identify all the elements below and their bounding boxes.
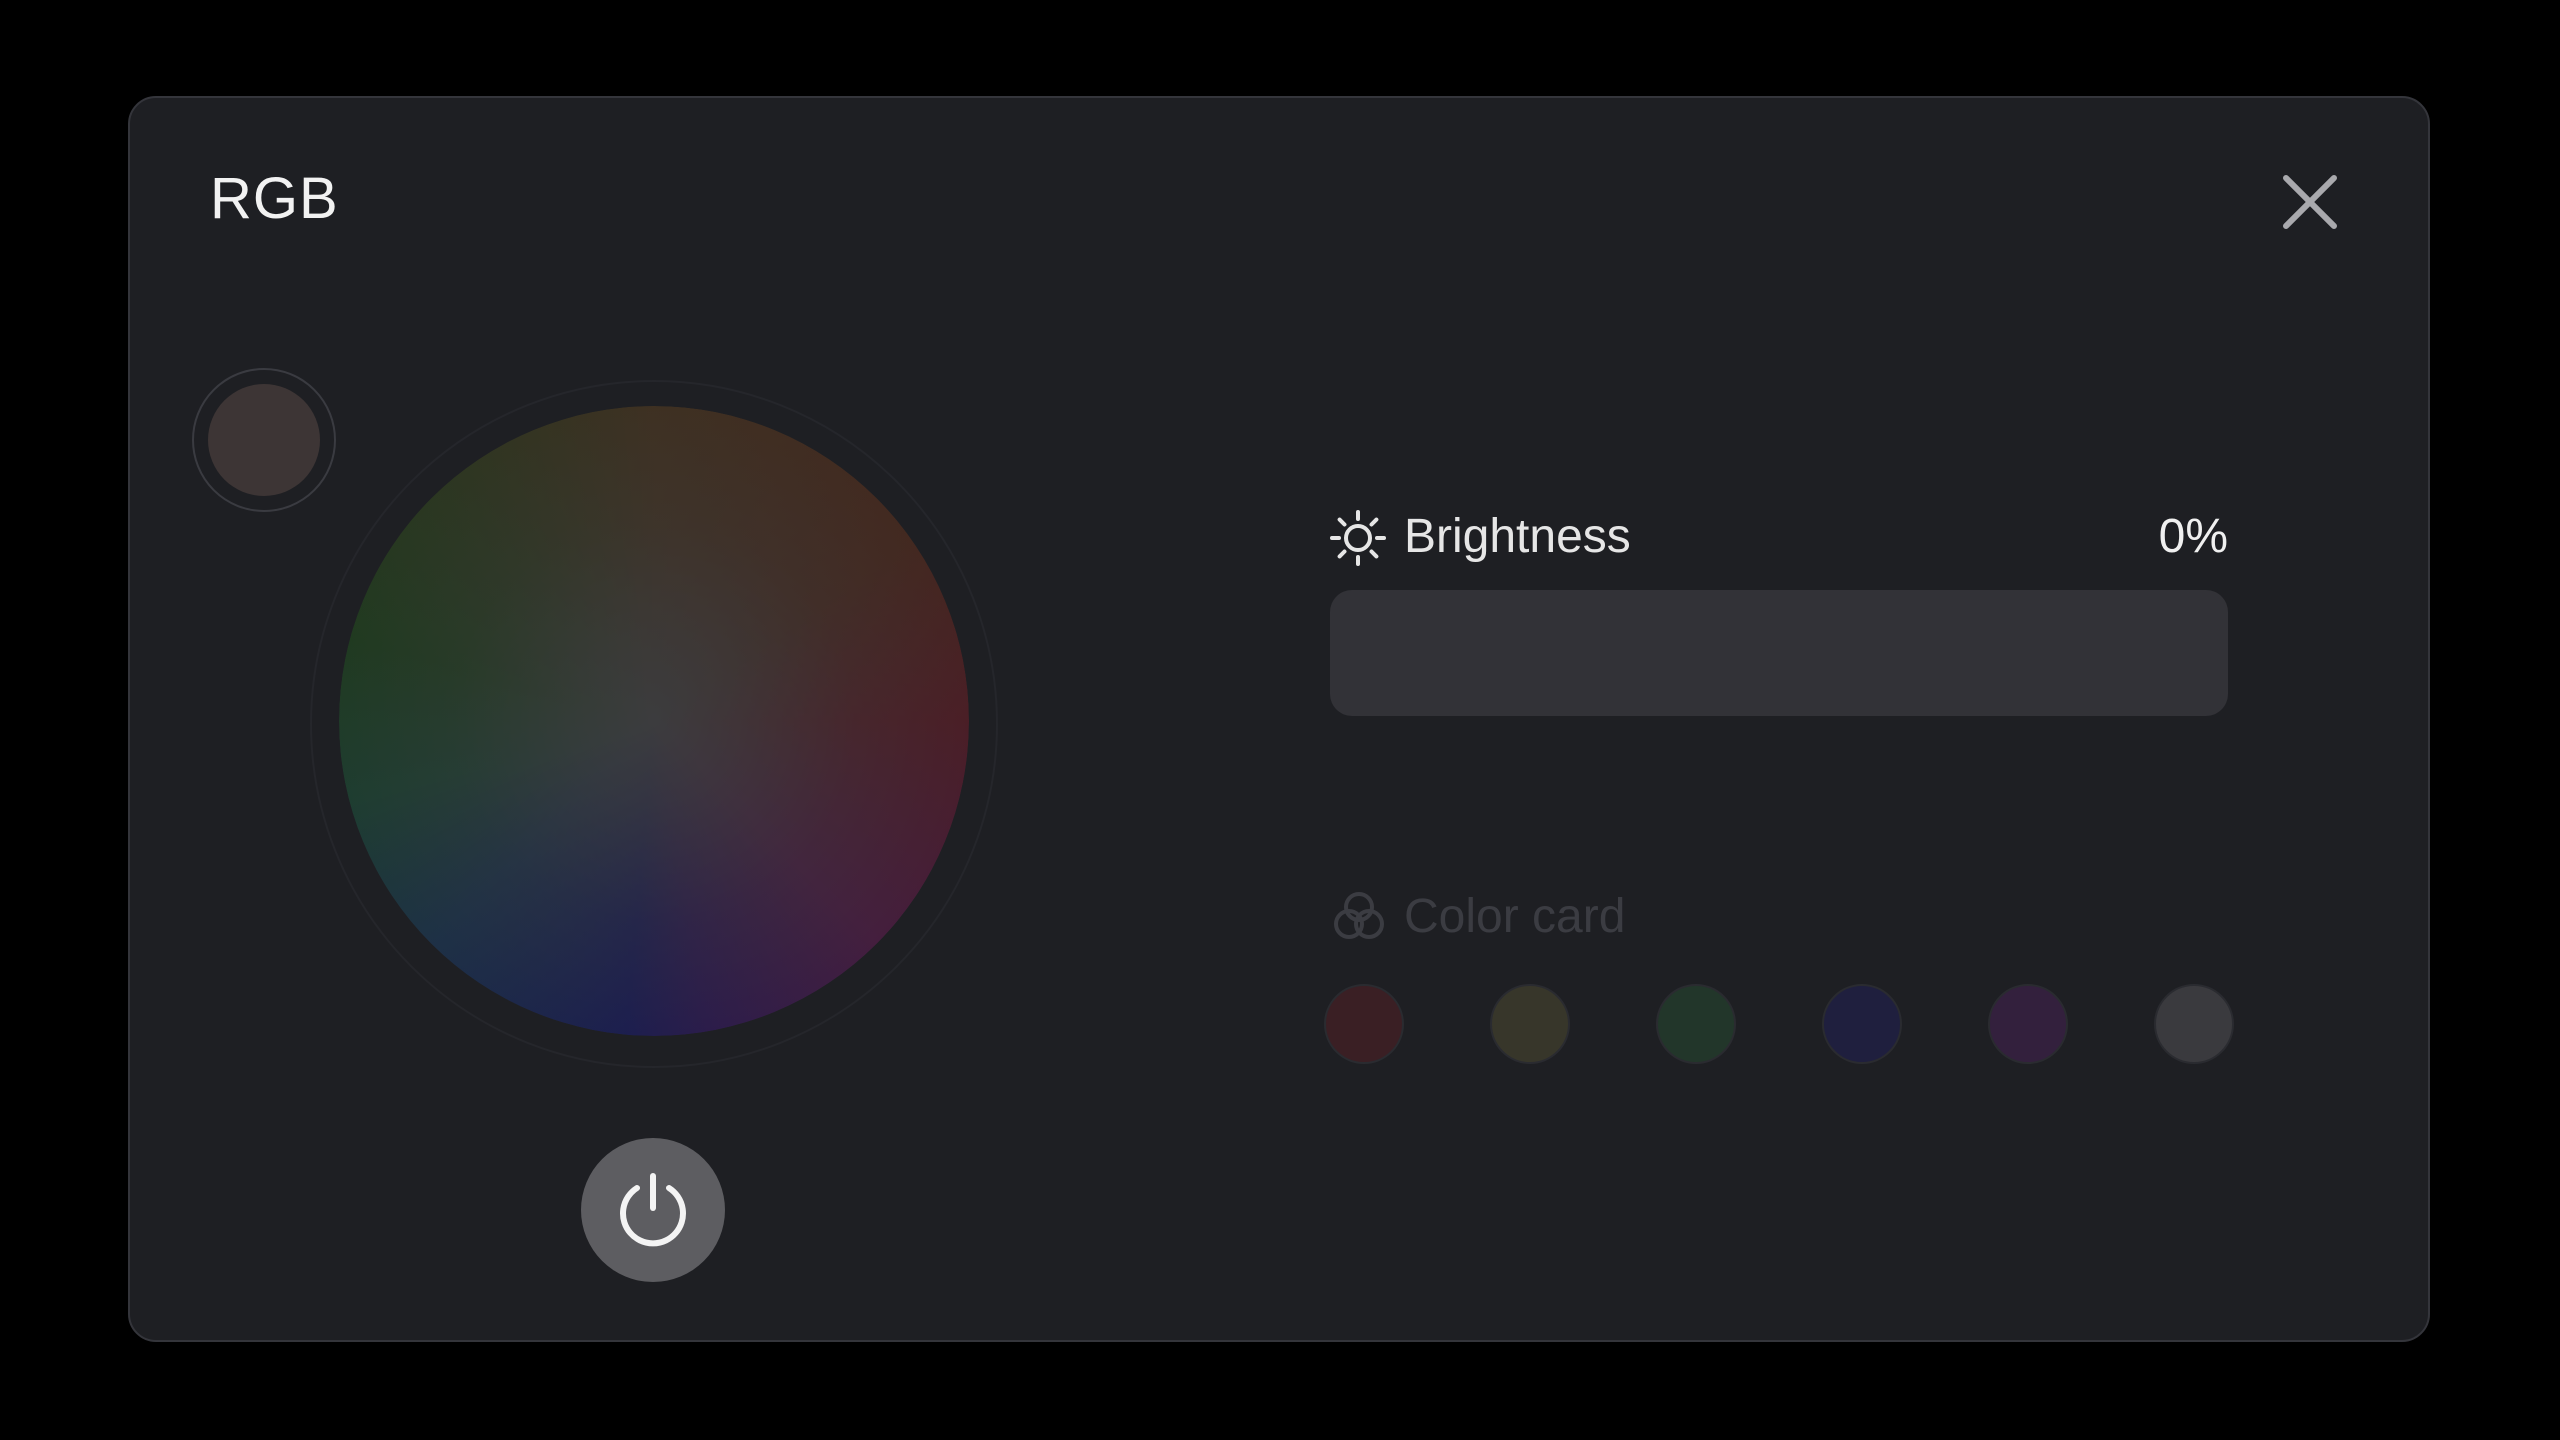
rgb-dialog: RGB Brightness 0% Color card [128, 96, 2430, 1342]
current-color-swatch [208, 384, 320, 496]
color-wheel-saturation [339, 406, 969, 1036]
current-color-preview [192, 368, 336, 512]
color-swatch-yellow[interactable] [1490, 984, 1570, 1064]
brightness-header: Brightness 0% [1330, 502, 2228, 572]
color-circles-icon [1334, 892, 1384, 939]
dialog-title: RGB [210, 166, 339, 231]
brightness-label: Brightness [1404, 510, 1631, 563]
power-icon [620, 1173, 686, 1247]
color-card-swatches [1324, 984, 2234, 1068]
power-button[interactable] [581, 1138, 725, 1282]
color-card-header: Color card [1330, 884, 2228, 954]
color-wheel[interactable] [339, 406, 969, 1036]
color-swatch-purple[interactable] [1988, 984, 2068, 1064]
color-card-label: Color card [1404, 890, 1626, 943]
color-swatch-green[interactable] [1656, 984, 1736, 1064]
brightness-slider[interactable] [1330, 590, 2228, 716]
color-swatch-white[interactable] [2154, 984, 2234, 1064]
close-icon [2283, 175, 2337, 229]
color-swatch-blue[interactable] [1822, 984, 1902, 1064]
close-button[interactable] [2280, 172, 2340, 232]
sun-icon [1330, 510, 1386, 566]
color-swatch-red[interactable] [1324, 984, 1404, 1064]
brightness-value: 0% [2158, 510, 2228, 563]
